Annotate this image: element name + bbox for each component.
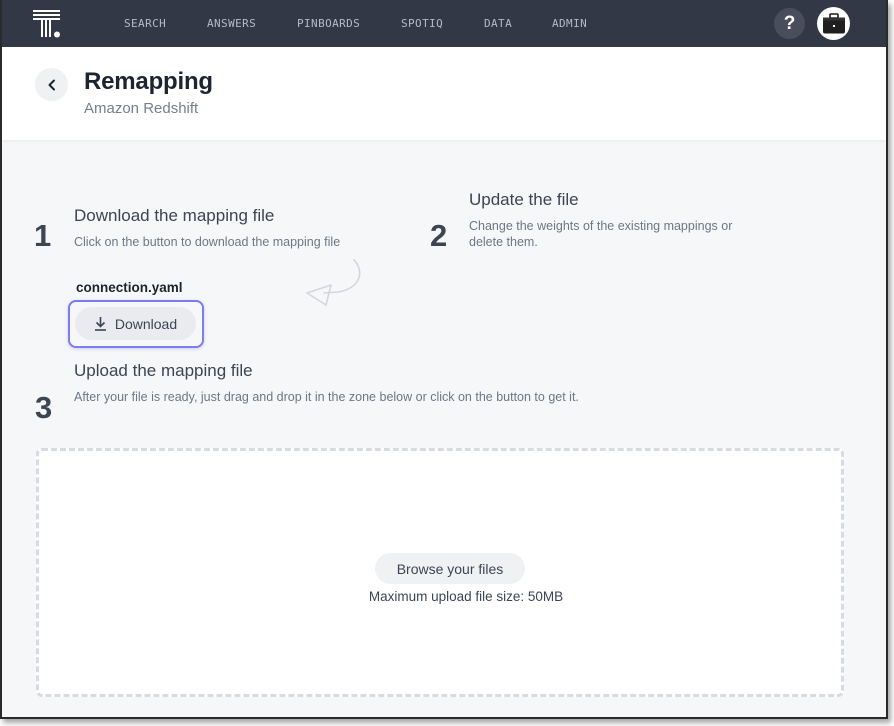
download-button[interactable]: Download [75,307,196,340]
step-1-number: 1 [34,218,52,253]
page-header: Remapping Amazon Redshift [2,47,886,141]
nav-item-search[interactable]: SEARCH [124,17,166,30]
page-subtitle: Amazon Redshift [84,100,199,117]
download-icon [94,317,106,331]
mapping-file-name: connection.yaml [76,280,183,295]
step-2-title: Update the file [469,190,579,209]
thoughtspot-logo-icon[interactable] [33,10,63,40]
step-3-number: 3 [35,390,53,425]
step-2-number: 2 [430,218,448,253]
step-3-description: After your file is ready, just drag and … [74,390,579,404]
app-window: SEARCH ANSWERS PINBOARDS SPOTIQ DATA ADM… [0,0,888,719]
back-button[interactable] [35,68,68,101]
nav-item-admin[interactable]: ADMIN [552,17,587,30]
curved-arrow-icon [306,259,361,306]
chevron-left-icon [48,79,55,90]
step-1-description: Click on the button to download the mapp… [74,235,341,249]
page-title: Remapping [84,68,213,95]
nav-item-pinboards[interactable]: PINBOARDS [297,17,360,30]
help-button[interactable]: ? [774,8,805,39]
max-upload-size-text: Maximum upload file size: 50MB [368,589,564,604]
step-3-title: Upload the mapping file [74,361,253,380]
nav-item-answers[interactable]: ANSWERS [207,17,256,30]
nav-item-data[interactable]: DATA [484,17,512,30]
browse-files-button[interactable]: Browse your files [375,553,525,584]
briefcase-icon [822,12,845,33]
step-2-description: Change the weights of the existing mappi… [469,219,733,249]
top-nav: SEARCH ANSWERS PINBOARDS SPOTIQ DATA ADM… [2,0,886,47]
help-icon: ? [783,12,796,34]
nav-item-spotiq[interactable]: SPOTIQ [401,17,443,30]
download-button-label: Download [114,315,178,332]
browse-files-label: Browse your files [396,560,504,577]
user-avatar[interactable] [817,7,850,40]
step-1-title: Download the mapping file [74,206,275,225]
